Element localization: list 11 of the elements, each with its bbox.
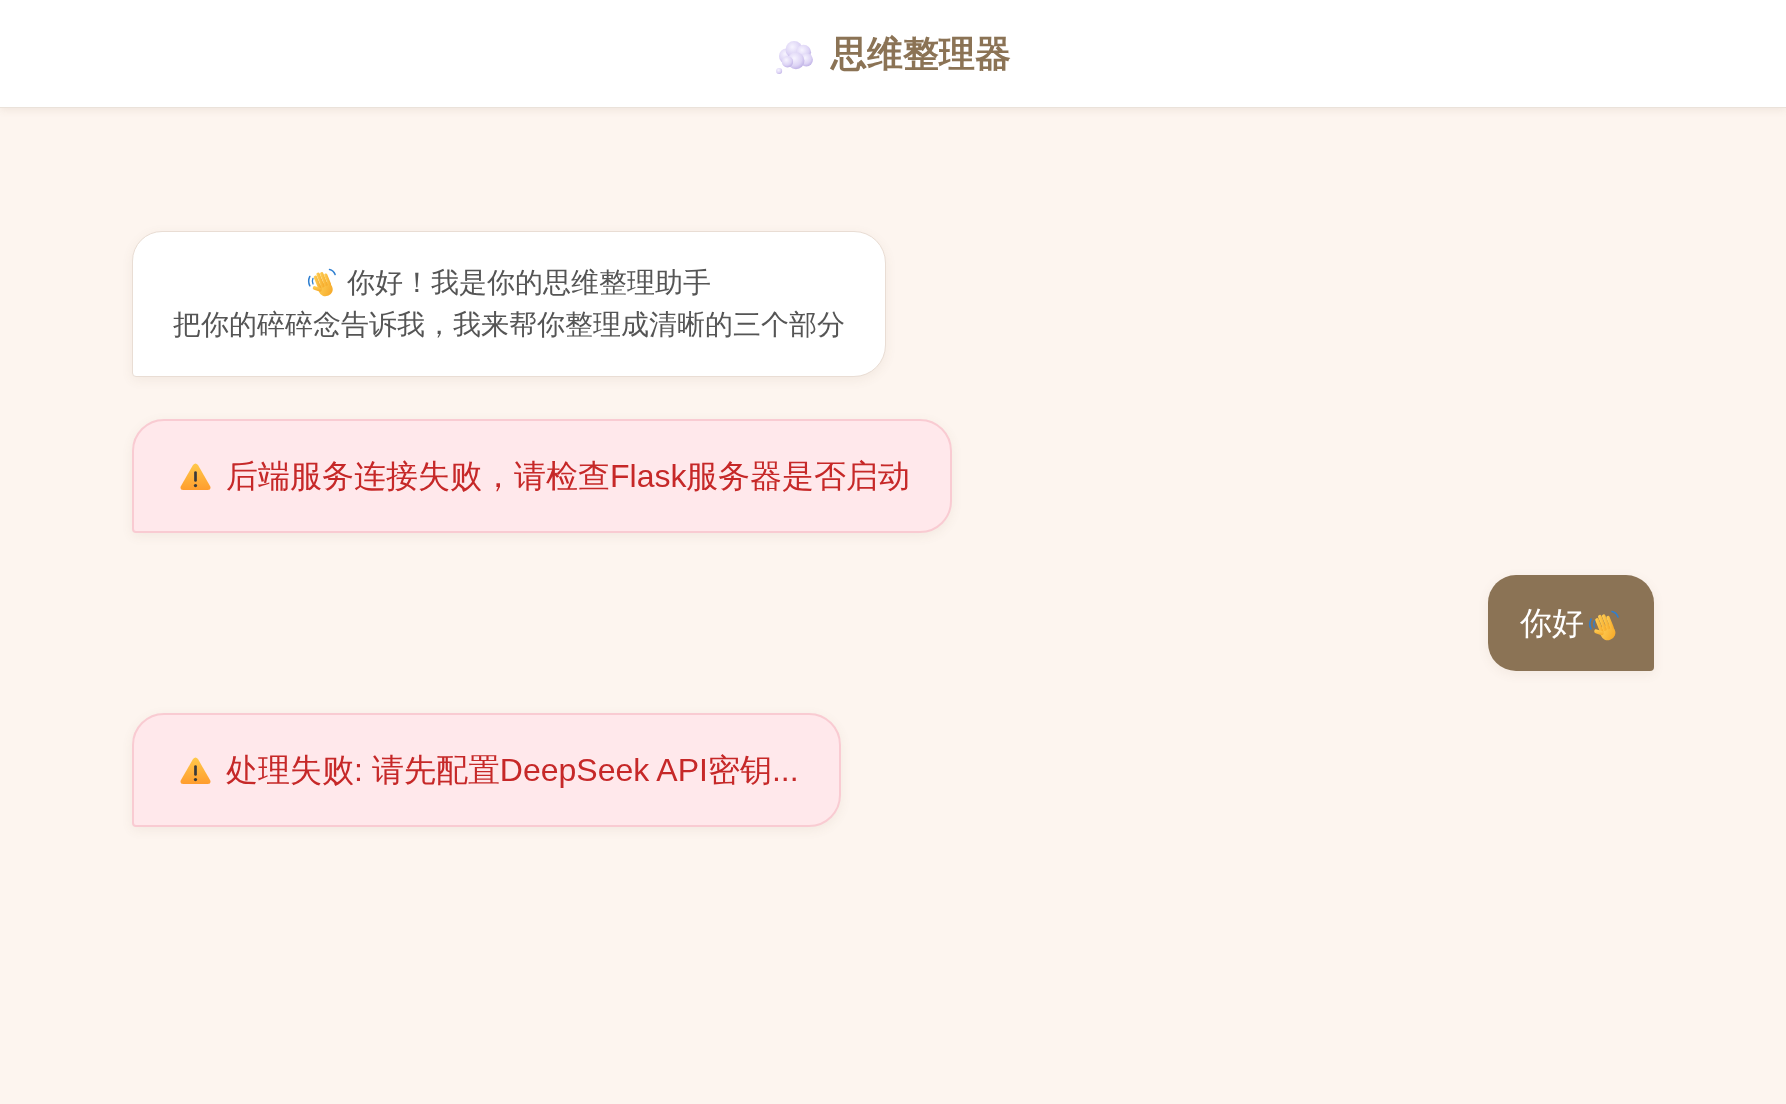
message-text: 把你的碎碎念告诉我，我来帮你整理成清晰的三个部分 — [173, 308, 845, 342]
thought-bubble-icon — [775, 39, 814, 74]
waving-hand-icon — [1588, 610, 1620, 642]
waving-hand-icon — [307, 268, 337, 298]
warning-icon — [180, 756, 211, 784]
message-text: 你好 — [1520, 604, 1584, 643]
app-title: 思维整理器 — [830, 31, 1011, 76]
message-text: 你好！我是你的思维整理助手 — [347, 266, 711, 300]
error-text: 处理失败: 请先配置DeepSeek API密钥... — [226, 751, 799, 790]
warning-icon — [180, 462, 211, 490]
error-text: 后端服务连接失败，请检查Flask服务器是否启动 — [226, 457, 911, 496]
